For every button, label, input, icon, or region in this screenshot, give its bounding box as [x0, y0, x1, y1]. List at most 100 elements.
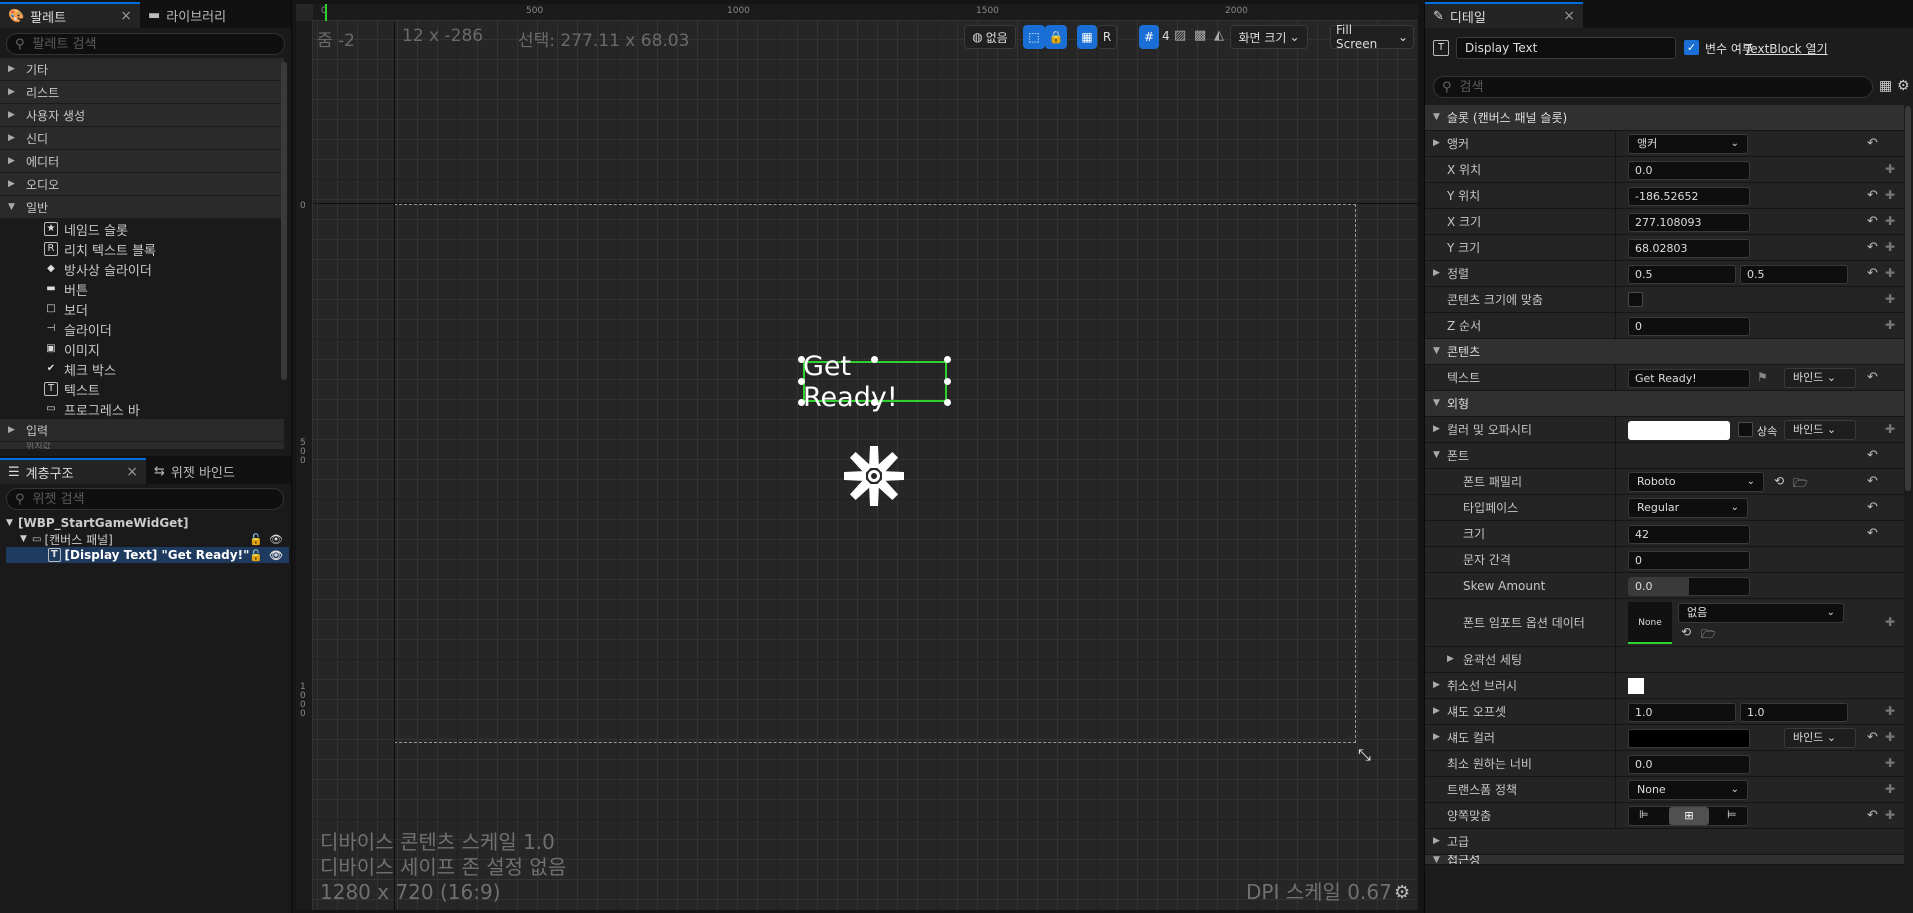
palette-item[interactable]: ▬ 버튼: [0, 279, 284, 299]
keyframe-icon[interactable]: ✚: [1885, 292, 1895, 306]
chevron-right-icon[interactable]: ▶: [1433, 836, 1440, 846]
asset-thumbnail[interactable]: None: [1628, 602, 1672, 644]
localization-button[interactable]: ◍ 없음: [964, 25, 1016, 49]
shadow-color-swatch[interactable]: [1628, 729, 1750, 748]
palette-search-input[interactable]: [30, 35, 276, 53]
import-options-dropdown[interactable]: 없음 ⌄: [1678, 603, 1844, 623]
grid-toggle[interactable]: #: [1139, 25, 1159, 49]
tab-details[interactable]: ✎ 디테일 ×: [1425, 2, 1583, 28]
z-order-field[interactable]: 0: [1628, 317, 1750, 336]
x-pos-field[interactable]: 0.0: [1628, 161, 1750, 180]
reset-icon[interactable]: ↶: [1867, 500, 1878, 515]
palette-item[interactable]: ★ 네임드 슬롯: [0, 219, 284, 239]
chevron-right-icon[interactable]: ▶: [1433, 706, 1440, 716]
tab-hierarchy[interactable]: ☰ 계층구조 ×: [0, 458, 146, 484]
flag-icon[interactable]: ⚑: [1757, 370, 1768, 384]
keyframe-icon[interactable]: ✚: [1885, 162, 1895, 176]
is-variable-checkbox[interactable]: ✓: [1684, 40, 1699, 55]
resize-handle[interactable]: [944, 378, 951, 385]
x-size-field[interactable]: 277.108093: [1628, 213, 1750, 232]
tree-display-text[interactable]: T [Display Text] "Get Ready!" 🔓 👁: [6, 547, 289, 563]
details-search[interactable]: ⚲: [1433, 76, 1873, 98]
section-accessibility[interactable]: ▼ 접근성: [1425, 855, 1904, 865]
r-toggle[interactable]: R: [1097, 25, 1117, 49]
anchor-medallion-icon[interactable]: [842, 444, 906, 508]
text-field[interactable]: Get Ready!: [1628, 369, 1750, 388]
align-right-icon[interactable]: ⊨: [1727, 808, 1737, 821]
palette-scrollbar[interactable]: [281, 62, 287, 380]
grid-size[interactable]: 4: [1162, 29, 1170, 43]
reset-icon[interactable]: ↶: [1867, 808, 1878, 823]
palette-item[interactable]: ⊣ 슬라이더: [0, 319, 284, 339]
palette-category-open[interactable]: ▼ 일반: [0, 196, 284, 219]
palette-item[interactable]: ◆ 방사상 슬라이더: [0, 259, 284, 279]
reset-icon[interactable]: ↶: [1867, 188, 1878, 203]
align-left-icon[interactable]: ⊫: [1639, 808, 1649, 821]
keyframe-icon[interactable]: ✚: [1885, 266, 1895, 280]
keyframe-icon[interactable]: ✚: [1885, 808, 1895, 822]
reset-icon[interactable]: ↶: [1867, 448, 1878, 463]
chevron-right-icon[interactable]: ▶: [1433, 268, 1440, 278]
color-swatch[interactable]: [1628, 421, 1730, 440]
chevron-right-icon[interactable]: ▶: [1433, 680, 1440, 690]
resize-handle[interactable]: [798, 356, 805, 363]
browse-icon[interactable]: ⟲: [1681, 625, 1691, 639]
align-x-field[interactable]: 0.5: [1628, 265, 1736, 284]
keyframe-icon[interactable]: ✚: [1885, 422, 1895, 436]
auto-size-checkbox[interactable]: [1628, 292, 1643, 307]
reset-icon[interactable]: ↶: [1867, 240, 1878, 255]
fill-screen-dropdown[interactable]: Fill Screen ⌄: [1330, 23, 1414, 51]
close-icon[interactable]: ×: [1549, 8, 1575, 24]
palette-category[interactable]: ▶ 기타: [0, 58, 284, 81]
keyframe-icon[interactable]: ✚: [1885, 318, 1895, 332]
keyframe-icon[interactable]: ✚: [1885, 782, 1895, 796]
chevron-down-icon[interactable]: ▼: [1433, 450, 1440, 460]
strike-brush-swatch[interactable]: [1628, 678, 1644, 694]
palette-item[interactable]: T 텍스트: [0, 379, 284, 399]
image-icon[interactable]: ▩: [1194, 28, 1206, 43]
reset-icon[interactable]: ↶: [1867, 266, 1878, 281]
chevron-right-icon[interactable]: ▶: [1433, 138, 1440, 148]
resize-handle[interactable]: [871, 399, 878, 406]
lock-toggle[interactable]: 🔒: [1045, 25, 1067, 49]
image-icon[interactable]: ▨: [1174, 28, 1186, 43]
palette-search[interactable]: ⚲: [6, 33, 285, 55]
tree-canvas[interactable]: ▼ ▭ [캔버스 패널] 🔓 👁: [0, 531, 289, 547]
tab-palette[interactable]: 🎨 팔레트 ×: [0, 2, 140, 28]
details-scrollbar[interactable]: [1905, 106, 1911, 491]
keyframe-icon[interactable]: ✚: [1885, 214, 1895, 228]
section-appearance[interactable]: ▼ 외형: [1425, 391, 1904, 417]
details-search-input[interactable]: [1457, 78, 1864, 96]
font-family-dropdown[interactable]: Roboto ⌄: [1628, 472, 1764, 492]
tab-library[interactable]: ▬ 라이브러리: [140, 2, 280, 28]
palette-category[interactable]: ▶ 사용자 생성: [0, 104, 284, 127]
resize-handle[interactable]: [871, 356, 878, 363]
reset-icon[interactable]: ↶: [1867, 214, 1878, 229]
palette-category[interactable]: ▶ 오디오: [0, 173, 284, 196]
palette-item[interactable]: ▭ 프로그레스 바: [0, 399, 284, 419]
eye-icon[interactable]: 👁: [269, 533, 283, 546]
letter-spacing-field[interactable]: 0: [1628, 551, 1750, 570]
typeface-dropdown[interactable]: Regular ⌄: [1628, 498, 1748, 518]
keyframe-icon[interactable]: ✚: [1885, 188, 1895, 202]
palette-item[interactable]: □ 보더: [0, 299, 284, 319]
bind-dropdown[interactable]: 바인드 ⌄: [1784, 420, 1856, 440]
palette-item[interactable]: ▣ 이미지: [0, 339, 284, 359]
keyframe-icon[interactable]: ✚: [1885, 730, 1895, 744]
chevron-right-icon[interactable]: ▶: [1433, 424, 1440, 434]
y-pos-field[interactable]: -186.52652: [1628, 187, 1750, 206]
chevron-right-icon[interactable]: ▶: [1447, 654, 1454, 664]
resize-handle[interactable]: [798, 399, 805, 406]
resize-corner-icon[interactable]: ⤡: [1358, 745, 1371, 765]
shadow-x-field[interactable]: 1.0: [1628, 703, 1736, 722]
widget-name-field[interactable]: Display Text: [1456, 37, 1676, 59]
keyframe-icon[interactable]: ✚: [1885, 704, 1895, 718]
min-width-field[interactable]: 0.0: [1628, 755, 1750, 774]
widget-search-input[interactable]: [30, 490, 275, 508]
section-slot[interactable]: ▼ 슬롯 (캔버스 패널 슬롯): [1425, 105, 1904, 131]
align-center-icon[interactable]: ⊞: [1669, 807, 1709, 825]
open-textblock-link[interactable]: TextBlock 열기: [1745, 40, 1828, 57]
close-icon[interactable]: ×: [112, 464, 138, 480]
palette-category-cut[interactable]: 위치값: [0, 442, 284, 450]
close-icon[interactable]: ×: [106, 8, 132, 24]
